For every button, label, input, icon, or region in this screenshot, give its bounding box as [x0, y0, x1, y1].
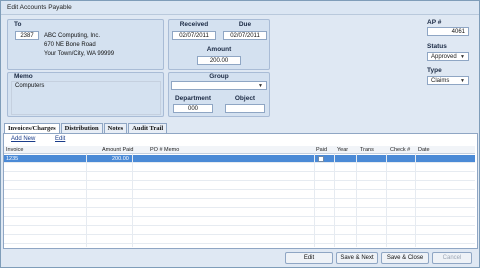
- col-po: PO #: [150, 147, 163, 153]
- column-divider: [86, 154, 87, 247]
- column-divider: [415, 154, 416, 247]
- tab-notes[interactable]: Notes: [103, 123, 128, 133]
- vendor-address2: Your Town/City, WA 99999: [44, 51, 115, 57]
- edit-link[interactable]: Edit: [55, 136, 65, 142]
- to-label: To: [14, 21, 22, 28]
- tab-distribution[interactable]: Distribution: [60, 123, 103, 133]
- table-row[interactable]: 1235 200.00: [4, 155, 475, 163]
- column-divider: [334, 154, 335, 247]
- status-value: Approved: [431, 54, 457, 60]
- object-label: Object: [234, 95, 256, 102]
- type-value: Claims: [431, 78, 450, 84]
- due-field[interactable]: 02/07/2011: [223, 31, 267, 40]
- type-label: Type: [427, 67, 442, 74]
- received-label: Received: [179, 21, 209, 28]
- col-date: Date: [418, 147, 430, 153]
- table-row[interactable]: [4, 164, 475, 172]
- edit-accounts-payable-window: Edit Accounts Payable To 2387 ABC Comput…: [0, 0, 480, 268]
- vendor-name: ABC Computing, Inc.: [44, 33, 101, 39]
- tab-bar: Invoices/Charges Distribution Notes Audi…: [4, 123, 168, 133]
- ap-number-label: AP #: [427, 19, 442, 26]
- vendor-address1: 670 NE Bone Road: [44, 42, 96, 48]
- table-row[interactable]: [4, 173, 475, 181]
- amount-label: Amount: [206, 46, 232, 53]
- column-divider: [386, 154, 387, 247]
- paid-checkbox[interactable]: [318, 156, 324, 162]
- save-close-button[interactable]: Save & Close: [381, 252, 429, 264]
- table-row[interactable]: [4, 227, 475, 235]
- chevron-down-icon: ▼: [258, 83, 263, 89]
- status-label: Status: [427, 43, 447, 50]
- invoices-grid: Invoice Amount Paid PO # Memo Paid Year …: [4, 146, 475, 247]
- chevron-down-icon: ▼: [460, 78, 465, 84]
- edit-button[interactable]: Edit: [285, 252, 333, 264]
- vendor-id-field[interactable]: 2387: [15, 31, 39, 40]
- table-row[interactable]: [4, 236, 475, 244]
- table-row[interactable]: [4, 191, 475, 199]
- table-row[interactable]: [4, 209, 475, 217]
- department-label: Department: [174, 95, 212, 102]
- col-paid: Paid: [316, 147, 328, 153]
- column-divider: [356, 154, 357, 247]
- cell-invoice: 1235: [6, 156, 19, 162]
- title-bar: Edit Accounts Payable: [1, 1, 479, 15]
- department-field[interactable]: 000: [173, 104, 213, 113]
- type-select[interactable]: Claims ▼: [427, 76, 469, 85]
- cell-amount-paid: 200.00: [112, 156, 129, 162]
- memo-field[interactable]: Computers: [11, 81, 161, 115]
- group-select[interactable]: ▼: [171, 81, 267, 90]
- cancel-button[interactable]: Cancel: [432, 252, 472, 264]
- col-amount-paid: Amount Paid: [102, 147, 134, 153]
- column-divider: [132, 154, 133, 247]
- received-field[interactable]: 02/07/2011: [172, 31, 216, 40]
- col-year: Year: [337, 147, 349, 153]
- object-field[interactable]: [225, 104, 265, 113]
- col-check: Check #: [390, 147, 411, 153]
- col-trans: Trans: [360, 147, 374, 153]
- due-label: Due: [238, 21, 252, 28]
- table-row[interactable]: [4, 200, 475, 208]
- column-divider: [314, 154, 315, 247]
- tab-audit-trail[interactable]: Audit Trail: [128, 123, 168, 133]
- memo-label: Memo: [14, 73, 33, 80]
- tab-invoices-charges[interactable]: Invoices/Charges: [4, 123, 60, 133]
- col-memo: Memo: [164, 147, 180, 153]
- window-title: Edit Accounts Payable: [7, 4, 72, 11]
- table-row[interactable]: [4, 218, 475, 226]
- ap-number-field[interactable]: 4061: [427, 27, 469, 36]
- status-select[interactable]: Approved ▼: [427, 52, 469, 61]
- add-new-link[interactable]: Add New: [11, 136, 35, 142]
- chevron-down-icon: ▼: [460, 54, 465, 60]
- grid-header: Invoice Amount Paid PO # Memo Paid Year …: [4, 146, 475, 154]
- table-row[interactable]: [4, 182, 475, 190]
- save-next-button[interactable]: Save & Next: [336, 252, 378, 264]
- group-label: Group: [209, 73, 229, 80]
- amount-field[interactable]: 200.00: [197, 56, 241, 65]
- col-invoice: Invoice: [6, 147, 24, 153]
